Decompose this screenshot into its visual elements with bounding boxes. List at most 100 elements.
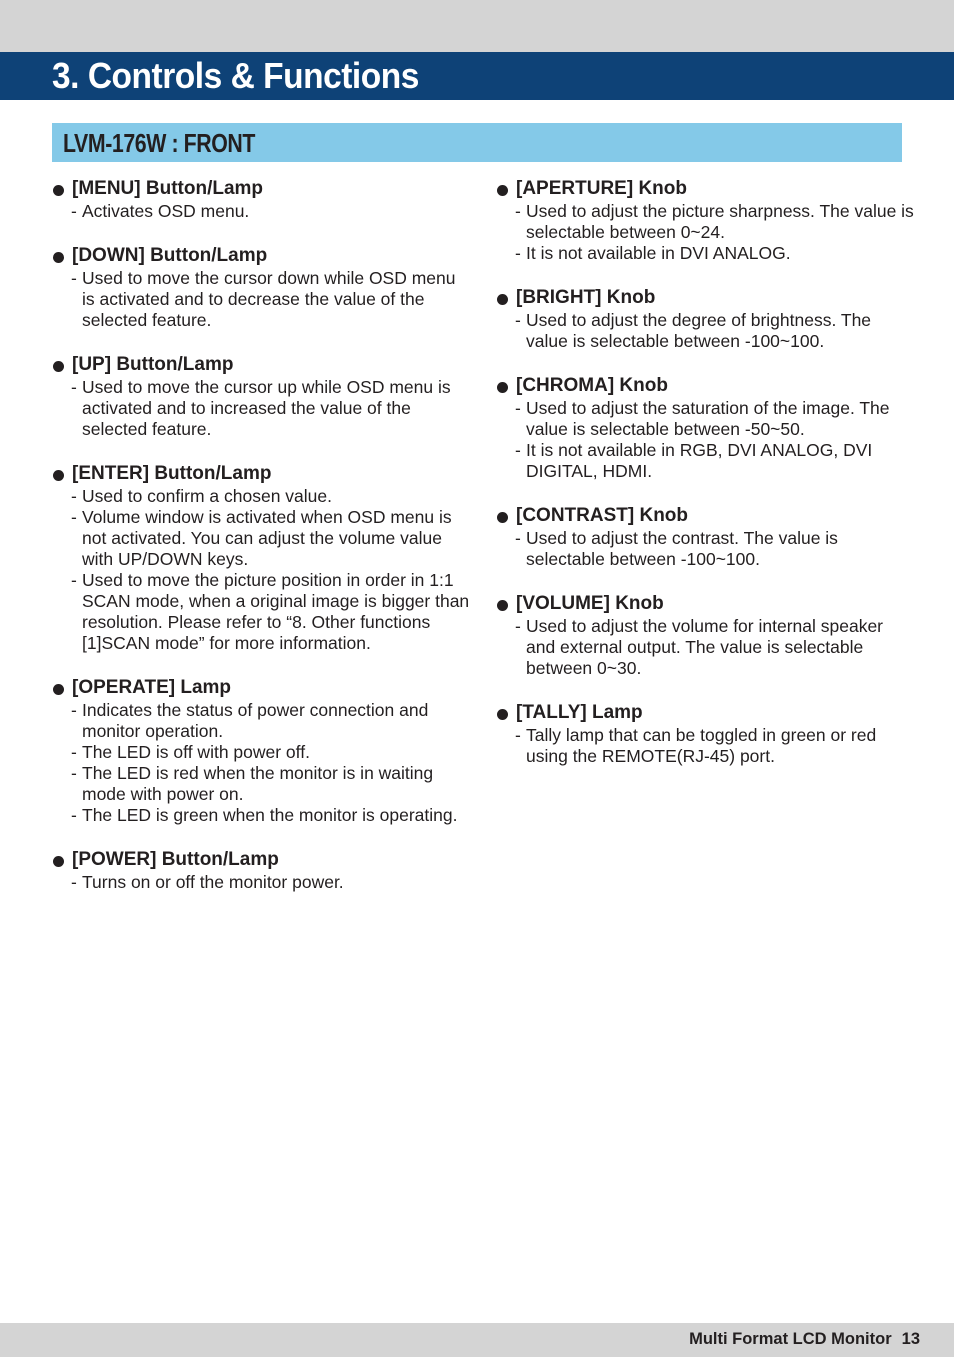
description-line: - Used to adjust the picture sharpness. T…: [496, 201, 916, 243]
description-line: - Used to adjust the contrast. The value …: [496, 528, 916, 570]
control-item: [BRIGHT] Knob - Used to adjust the degree …: [496, 286, 916, 352]
control-item-description: - Used to move the cursor up while OSD me…: [52, 377, 472, 440]
footer-text: Multi Format LCD Monitor 13: [689, 1328, 920, 1350]
control-item-description: - Used to move the cursor down while OSD …: [52, 268, 472, 331]
control-item: [CHROMA] Knob - Used to adjust the saturat…: [496, 374, 916, 482]
description-line: - Used to move the picture position in or…: [52, 570, 472, 654]
section-title-bar: LVM-176W : FRONT: [52, 123, 902, 162]
bullet-icon: [497, 600, 508, 611]
control-item-heading: [BRIGHT] Knob: [496, 286, 916, 310]
control-item-heading: [TALLY] Lamp: [496, 701, 916, 725]
control-item-heading: [MENU] Button/Lamp: [52, 177, 472, 201]
dash-marker: -: [71, 700, 77, 720]
description-line: - Used to adjust the volume for internal …: [496, 616, 916, 679]
control-item-description: - Indicates the status of power connectio…: [52, 700, 472, 826]
dash-marker: -: [515, 310, 521, 330]
dash-marker: -: [71, 742, 77, 762]
bullet-icon: [53, 361, 64, 372]
control-item: [DOWN] Button/Lamp - Used to move the curs…: [52, 244, 472, 331]
top-margin-band: [0, 0, 954, 52]
control-item-description: - Used to adjust the contrast. The value …: [496, 528, 916, 570]
description-line: - It is not available in DVI ANALOG.: [496, 243, 916, 264]
bullet-icon: [497, 382, 508, 393]
control-item-title: [VOLUME] Knob: [516, 593, 664, 614]
dash-marker: -: [71, 486, 77, 506]
control-item-heading: [APERTURE] Knob: [496, 177, 916, 201]
control-item: [CONTRAST] Knob - Used to adjust the contr…: [496, 504, 916, 570]
dash-marker: -: [515, 616, 521, 636]
description-text: Used to adjust the contrast. The value i…: [526, 528, 838, 569]
control-item: [TALLY] Lamp - Tally lamp that can be togg…: [496, 701, 916, 767]
description-line: - The LED is off with power off.: [52, 742, 472, 763]
description-text: The LED is red when the monitor is in wa…: [82, 763, 434, 804]
dash-marker: -: [71, 805, 77, 825]
control-item-description: - Tally lamp that can be toggled in green…: [496, 725, 916, 767]
dash-marker: -: [71, 570, 77, 590]
bullet-icon: [53, 684, 64, 695]
dash-marker: -: [71, 872, 77, 892]
control-item-description: - Used to adjust the picture sharpness. T…: [496, 201, 916, 264]
description-line: - The LED is red when the monitor is in w…: [52, 763, 472, 805]
description-text: Activates OSD menu.: [82, 201, 250, 221]
section-title: LVM-176W : FRONT: [63, 128, 256, 158]
bullet-icon: [53, 856, 64, 867]
description-line: - Used to move the cursor down while OSD …: [52, 268, 472, 331]
dash-marker: -: [515, 398, 521, 418]
control-item: [ENTER] Button/Lamp - Used to confirm a ch…: [52, 462, 472, 654]
description-line: - It is not available in RGB, DVI ANALOG,…: [496, 440, 916, 482]
page-number: 13: [901, 1330, 920, 1348]
description-text: Used to adjust the volume for internal s…: [526, 616, 883, 678]
control-item-heading: [DOWN] Button/Lamp: [52, 244, 472, 268]
bullet-icon: [497, 512, 508, 523]
description-text: It is not available in RGB, DVI ANALOG, …: [526, 440, 873, 481]
dash-marker: -: [71, 763, 77, 783]
control-item-heading: [VOLUME] Knob: [496, 592, 916, 616]
description-text: Used to adjust the picture sharpness. Th…: [526, 201, 914, 242]
description-text: Used to move the cursor up while OSD men…: [82, 377, 451, 439]
dash-marker: -: [515, 243, 521, 263]
control-item-title: [MENU] Button/Lamp: [72, 178, 264, 199]
description-line: - Used to confirm a chosen value.: [52, 486, 472, 507]
right-column: [APERTURE] Knob - Used to adjust the pictu…: [496, 177, 916, 789]
description-text: Used to move the cursor down while OSD m…: [82, 268, 456, 330]
description-line: - Used to move the cursor up while OSD me…: [52, 377, 472, 440]
control-item-description: - Used to adjust the volume for internal …: [496, 616, 916, 679]
control-item: [APERTURE] Knob - Used to adjust the pictu…: [496, 177, 916, 264]
control-item-description: - Used to adjust the degree of brightness…: [496, 310, 916, 352]
dash-marker: -: [515, 440, 521, 460]
footer-product-name: Multi Format LCD Monitor: [689, 1330, 892, 1348]
control-item-description: - Used to adjust the saturation of the im…: [496, 398, 916, 482]
bullet-icon: [497, 709, 508, 720]
description-text: Used to adjust the degree of brightness.…: [526, 310, 872, 351]
control-item: [MENU] Button/Lamp - Activates OSD menu.: [52, 177, 472, 222]
control-item-heading: [CONTRAST] Knob: [496, 504, 916, 528]
dash-marker: -: [515, 201, 521, 221]
control-item-title: [TALLY] Lamp: [516, 702, 643, 723]
control-item-description: - Turns on or off the monitor power.: [52, 872, 472, 893]
bullet-icon: [53, 470, 64, 481]
bullet-icon: [497, 185, 508, 196]
description-text: Volume window is activated when OSD menu…: [82, 507, 452, 569]
control-item-heading: [CHROMA] Knob: [496, 374, 916, 398]
description-line: - The LED is green when the monitor is op…: [52, 805, 472, 826]
description-text: The LED is green when the monitor is ope…: [82, 805, 458, 825]
control-item-heading: [ENTER] Button/Lamp: [52, 462, 472, 486]
control-item-title: [APERTURE] Knob: [516, 178, 687, 199]
control-item-title: [UP] Button/Lamp: [72, 354, 234, 375]
description-text: Tally lamp that can be toggled in green …: [526, 725, 877, 766]
description-line: - Tally lamp that can be toggled in green…: [496, 725, 916, 767]
control-item-description: - Used to confirm a chosen value. - Volume …: [52, 486, 472, 654]
control-item-title: [ENTER] Button/Lamp: [72, 463, 272, 484]
bullet-icon: [53, 185, 64, 196]
control-item-title: [DOWN] Button/Lamp: [72, 245, 268, 266]
control-item-title: [POWER] Button/Lamp: [72, 849, 279, 870]
description-line: - Turns on or off the monitor power.: [52, 872, 472, 893]
description-text: Used to move the picture position in ord…: [82, 570, 470, 653]
control-item: [OPERATE] Lamp - Indicates the status of p…: [52, 676, 472, 826]
control-item-heading: [POWER] Button/Lamp: [52, 848, 472, 872]
description-text: Used to confirm a chosen value.: [82, 486, 332, 506]
description-text: Indicates the status of power connection…: [82, 700, 429, 741]
description-text: Turns on or off the monitor power.: [82, 872, 344, 892]
dash-marker: -: [71, 507, 77, 527]
control-item-title: [BRIGHT] Knob: [516, 287, 656, 308]
